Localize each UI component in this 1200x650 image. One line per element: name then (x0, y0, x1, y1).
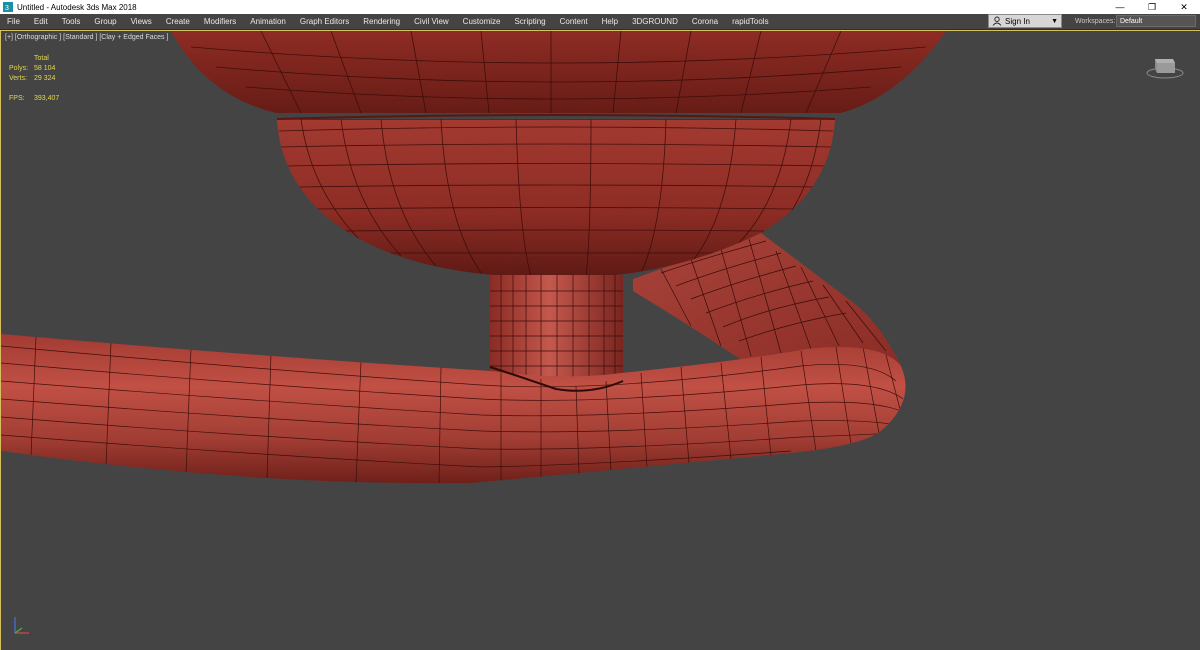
viewcube-icon[interactable] (1145, 51, 1185, 81)
menu-animation[interactable]: Animation (243, 14, 293, 29)
menu-edit[interactable]: Edit (27, 14, 55, 29)
menu-civil-view[interactable]: Civil View (407, 14, 456, 29)
axis-tripod-icon (9, 613, 35, 639)
verts-label: Verts: (9, 75, 27, 82)
chevron-down-icon: ▼ (1051, 18, 1058, 25)
polys-value: 58 104 (34, 65, 56, 72)
sign-in-dropdown[interactable]: Sign In ▼ (988, 14, 1062, 28)
menu-graph-editors[interactable]: Graph Editors (293, 14, 356, 29)
fps-value: 393,407 (34, 95, 60, 102)
menu-create[interactable]: Create (159, 14, 197, 29)
menu-rendering[interactable]: Rendering (356, 14, 407, 29)
menu-group[interactable]: Group (87, 14, 123, 29)
viewport-orthographic[interactable]: [+] [Orthographic ] [Standard ] [Clay + … (0, 30, 1200, 650)
menu-tools[interactable]: Tools (55, 14, 88, 29)
stats-header: Total (34, 55, 49, 62)
close-button[interactable]: ✕ (1168, 0, 1200, 14)
menu-rapidtools[interactable]: rapidTools (725, 14, 775, 29)
menu-modifiers[interactable]: Modifiers (197, 14, 243, 29)
polys-label: Polys: (9, 65, 29, 72)
menu-scripting[interactable]: Scripting (507, 14, 552, 29)
restore-button[interactable]: ❐ (1136, 0, 1168, 14)
verts-value: 29 324 (34, 75, 56, 82)
user-icon (992, 16, 1002, 26)
viewport-stats: Total Polys: 58 104 Verts: 29 324 FPS: 393,… (9, 54, 59, 104)
workspaces-select[interactable]: Default (1116, 15, 1196, 27)
menu-3dground[interactable]: 3DGROUND (625, 14, 685, 29)
3dsmax-icon: 3 (3, 2, 13, 12)
menu-customize[interactable]: Customize (456, 14, 508, 29)
title-bar: 3 Untitled - Autodesk 3ds Max 2018 — ❐ ✕ (0, 0, 1200, 14)
minimize-button[interactable]: — (1104, 0, 1136, 14)
workspaces-label: Workspaces: (1075, 18, 1116, 25)
sign-in-label: Sign In (1005, 16, 1030, 26)
window-controls: — ❐ ✕ (1104, 0, 1200, 14)
viewport-label[interactable]: [+] [Orthographic ] [Standard ] [Clay + … (5, 34, 168, 41)
fps-label: FPS: (9, 95, 25, 102)
svg-text:3: 3 (5, 5, 9, 12)
menu-file[interactable]: File (0, 14, 27, 29)
menu-corona[interactable]: Corona (685, 14, 725, 29)
menu-views[interactable]: Views (124, 14, 159, 29)
scene-mesh (1, 31, 946, 484)
window-title: Untitled - Autodesk 3ds Max 2018 (17, 2, 137, 12)
menu-content[interactable]: Content (553, 14, 595, 29)
menu-help[interactable]: Help (595, 14, 625, 29)
